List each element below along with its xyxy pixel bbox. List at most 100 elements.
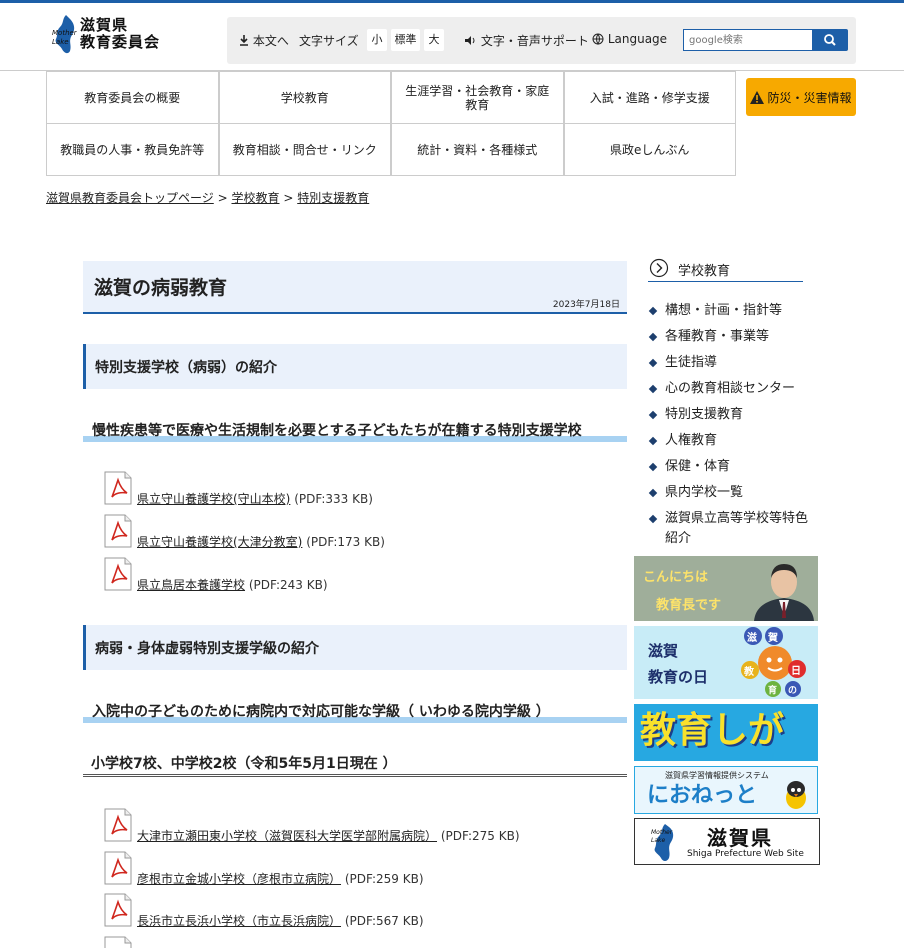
speaker-icon	[465, 36, 475, 45]
sidebar-item-human-rights[interactable]: 人権教育	[648, 431, 808, 451]
nav-item-entrance-exam[interactable]: 入試・進路・修学支援	[563, 71, 736, 124]
pdf-file-item: 彦根市立金城小学校（彦根市立病院） (PDF:259 KB)	[103, 851, 623, 891]
banner-kyoiku-no-hi[interactable]: 滋賀 教育の日 滋 賀 教 日 育 の	[634, 626, 818, 699]
pdf-file-item: 長浜市立長浜小学校（市立長浜病院） (PDF:567 KB)	[103, 893, 623, 933]
pdf-file-link[interactable]: 県立守山養護学校(大津分教室)	[137, 535, 302, 549]
pdf-icon	[104, 936, 132, 948]
nav-item-personnel[interactable]: 教職員の人事・教員免許等	[46, 123, 219, 176]
font-size-standard-button[interactable]: 標準	[391, 29, 420, 51]
voice-support-label: 文字・音声サポート	[480, 34, 589, 48]
banner-shiga-pref-label: 滋賀県	[707, 826, 773, 850]
sidebar-item-counseling-center[interactable]: 心の教育相談センター	[648, 379, 808, 399]
breadcrumb: 滋賀県教育委員会トップページ > 学校教育 > 特別支援教育	[46, 189, 369, 206]
sidebar-item-high-school-features[interactable]: 滋賀県立高等学校等特色紹介	[648, 509, 808, 549]
pdf-file-item: 県立鳥居本養護学校 (PDF:243 KB)	[103, 557, 623, 597]
language-link[interactable]: Language	[592, 32, 667, 46]
skip-to-content-link[interactable]: 本文へ	[239, 32, 289, 49]
banner-shiga-pref[interactable]: Mother Lake 滋賀県 Shiga Prefecture Web Sit…	[634, 818, 820, 865]
skip-to-content-label: 本文へ	[252, 34, 289, 48]
nav-item-lifelong-learning[interactable]: 生涯学習・社会教育・家庭教育	[391, 71, 564, 124]
logo-line1: 滋賀県	[80, 16, 129, 34]
banner-kyoiku-no-hi-line2: 教育の日	[648, 668, 709, 686]
logo-line2: 教育委員会	[80, 33, 161, 51]
warning-icon	[750, 90, 765, 104]
global-nav: 教育委員会の概要 学校教育 生涯学習・社会教育・家庭教育 入試・進路・修学支援 …	[46, 71, 736, 177]
download-arrow-icon	[240, 35, 248, 46]
site-logo[interactable]: Mother Lake 滋賀県 教育委員会	[50, 13, 160, 63]
bird-mascot-icon	[786, 781, 806, 809]
banner-nionet-sub: 滋賀県学習情報提供システム	[665, 771, 769, 780]
banner-kyoikucho[interactable]: こんにちは 教育長です	[634, 556, 818, 621]
site-header: Mother Lake 滋賀県 教育委員会 本文へ 文字サイズ 小 標準 大 文字…	[0, 3, 904, 71]
sidebar-item-plans[interactable]: 構想・計画・指針等	[648, 301, 808, 321]
pdf-file-link[interactable]: 大津市立瀬田東小学校（滋賀医科大学医学部附属病院）	[137, 829, 437, 843]
circle-label: の	[788, 686, 798, 696]
pdf-icon	[104, 514, 132, 548]
circle-label: 日	[791, 666, 801, 677]
sidebar-item-school-list[interactable]: 県内学校一覧	[648, 483, 808, 503]
pdf-file-meta: (PDF:259 KB)	[344, 872, 424, 886]
pdf-file-link-container: 県立鳥居本養護学校 (PDF:243 KB)	[137, 576, 328, 593]
section2-count: 小学校7校、中学校2校（令和5年5月1日現在 ）	[83, 753, 627, 777]
nav-item-school-education[interactable]: 学校教育	[218, 71, 391, 124]
breadcrumb-school-education[interactable]: 学校教育	[231, 191, 279, 205]
search-button[interactable]	[813, 29, 848, 51]
sidebar-item-special-support[interactable]: 特別支援教育	[648, 405, 808, 425]
pdf-file-meta: (PDF:567 KB)	[344, 914, 424, 928]
sidebar-item-projects[interactable]: 各種教育・事業等	[648, 327, 808, 347]
sidebar-item-guidance[interactable]: 生徒指導	[648, 353, 808, 373]
pdf-file-link-container: 県立守山養護学校(守山本校) (PDF:333 KB)	[137, 490, 373, 507]
breadcrumb-special-support[interactable]: 特別支援教育	[297, 191, 369, 205]
pdf-icon	[104, 471, 132, 505]
language-label: Language	[607, 32, 668, 46]
pdf-file-link[interactable]: 長浜市立長浜小学校（市立長浜病院）	[137, 914, 341, 928]
sidebar-title[interactable]: 学校教育	[648, 257, 803, 282]
sidebar-item-label: 特別支援教育	[665, 407, 744, 422]
logo-text: 滋賀県 教育委員会	[80, 17, 160, 51]
sidebar-item-health-sports[interactable]: 保健・体育	[648, 457, 808, 477]
pdf-file-item-partial	[103, 936, 623, 948]
breadcrumb-separator: >	[217, 191, 228, 205]
pdf-file-meta: (PDF:243 KB)	[248, 578, 328, 592]
banner-kyoiku-shiga-label: 教育しが	[640, 710, 785, 751]
pdf-file-item: 県立守山養護学校(大津分教室) (PDF:173 KB)	[103, 514, 623, 554]
nav-item-statistics[interactable]: 統計・資料・各種様式	[391, 123, 564, 176]
font-size-small-button[interactable]: 小	[367, 29, 387, 51]
nav-item-e-shinbun[interactable]: 県政eしんぶん	[563, 123, 736, 176]
chevron-circle-icon	[649, 258, 669, 278]
nav-item-consultation[interactable]: 教育相談・問合せ・リンク	[218, 123, 391, 176]
logo-mark-text: Mother Lake	[651, 829, 673, 844]
sidebar-item-label: 滋賀県立高等学校等特色紹介	[665, 511, 809, 546]
pdf-file-link[interactable]: 県立守山養護学校(守山本校)	[137, 492, 290, 506]
utility-bar: 本文へ 文字サイズ 小 標準 大 文字・音声サポート Language	[227, 17, 856, 64]
pdf-file-link-container: 彦根市立金城小学校（彦根市立病院） (PDF:259 KB)	[137, 870, 424, 887]
globe-icon	[592, 33, 604, 45]
breadcrumb-top[interactable]: 滋賀県教育委員会トップページ	[46, 191, 214, 205]
pdf-icon	[104, 557, 132, 591]
sidebar-item-label: 人権教育	[665, 433, 718, 448]
circle-label: 育	[768, 686, 778, 696]
voice-support-link[interactable]: 文字・音声サポート	[465, 32, 589, 49]
pdf-file-link[interactable]: 県立鳥居本養護学校	[137, 578, 245, 592]
search-input[interactable]	[683, 29, 813, 51]
search-icon	[824, 34, 836, 46]
circle-label: 賀	[768, 633, 778, 644]
font-size-large-button[interactable]: 大	[424, 29, 444, 51]
sidebar-item-label: 生徒指導	[665, 355, 718, 370]
pdf-file-link-container: 大津市立瀬田東小学校（滋賀医科大学医学部附属病院） (PDF:275 KB)	[137, 827, 520, 844]
banner-kyoiku-shiga[interactable]: 教育しが	[634, 704, 818, 761]
pdf-file-link-container: 県立守山養護学校(大津分教室) (PDF:173 KB)	[137, 533, 385, 550]
pdf-file-meta: (PDF:333 KB)	[294, 492, 373, 506]
disaster-info-button[interactable]: 防災・災害情報	[746, 78, 856, 116]
banner-nionet[interactable]: 滋賀県学習情報提供システム におねっと	[634, 766, 818, 814]
sidebar-title-label: 学校教育	[678, 264, 731, 279]
font-size-label: 文字サイズ	[299, 34, 359, 48]
section2-heading: 病弱・身体虚弱特別支援学級の紹介	[83, 625, 627, 670]
pdf-file-item: 大津市立瀬田東小学校（滋賀医科大学医学部附属病院） (PDF:275 KB)	[103, 808, 623, 848]
page-title-box: 滋賀の病弱教育 2023年7月18日	[83, 261, 627, 314]
sidebar-item-label: 心の教育相談センター	[665, 381, 796, 396]
pdf-file-link[interactable]: 彦根市立金城小学校（彦根市立病院）	[137, 872, 341, 886]
nav-item-overview[interactable]: 教育委員会の概要	[46, 71, 219, 124]
pdf-file-meta: (PDF:275 KB)	[440, 829, 520, 843]
page-date: 2023年7月18日	[552, 300, 620, 310]
